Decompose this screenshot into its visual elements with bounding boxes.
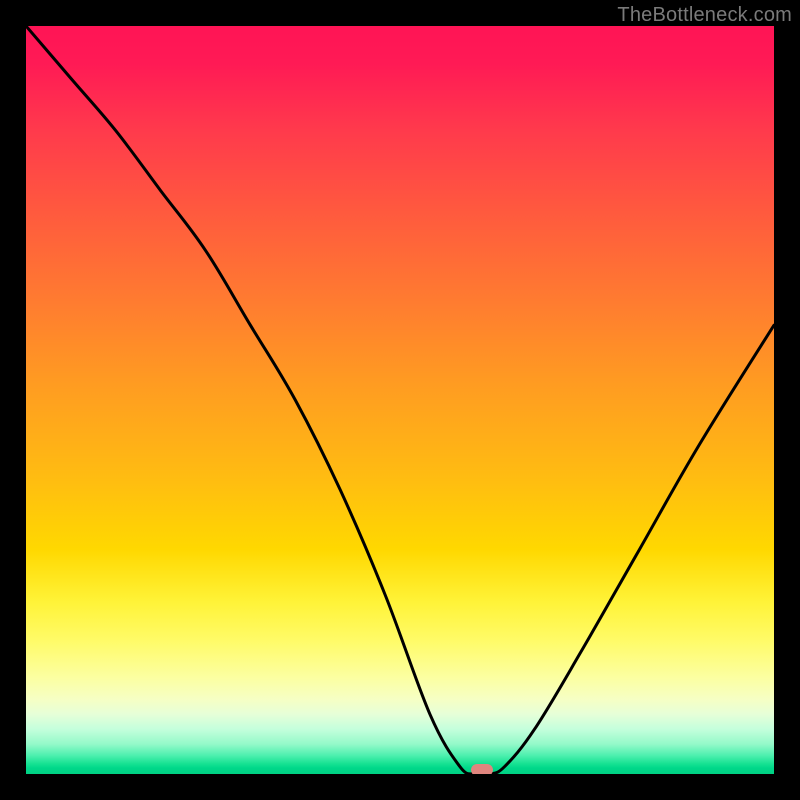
chart-plot-area bbox=[26, 26, 774, 774]
chart-curve-svg bbox=[26, 26, 774, 774]
optimal-point-marker bbox=[471, 764, 493, 774]
bottleneck-curve bbox=[26, 26, 774, 774]
watermark-text: TheBottleneck.com bbox=[617, 4, 792, 27]
